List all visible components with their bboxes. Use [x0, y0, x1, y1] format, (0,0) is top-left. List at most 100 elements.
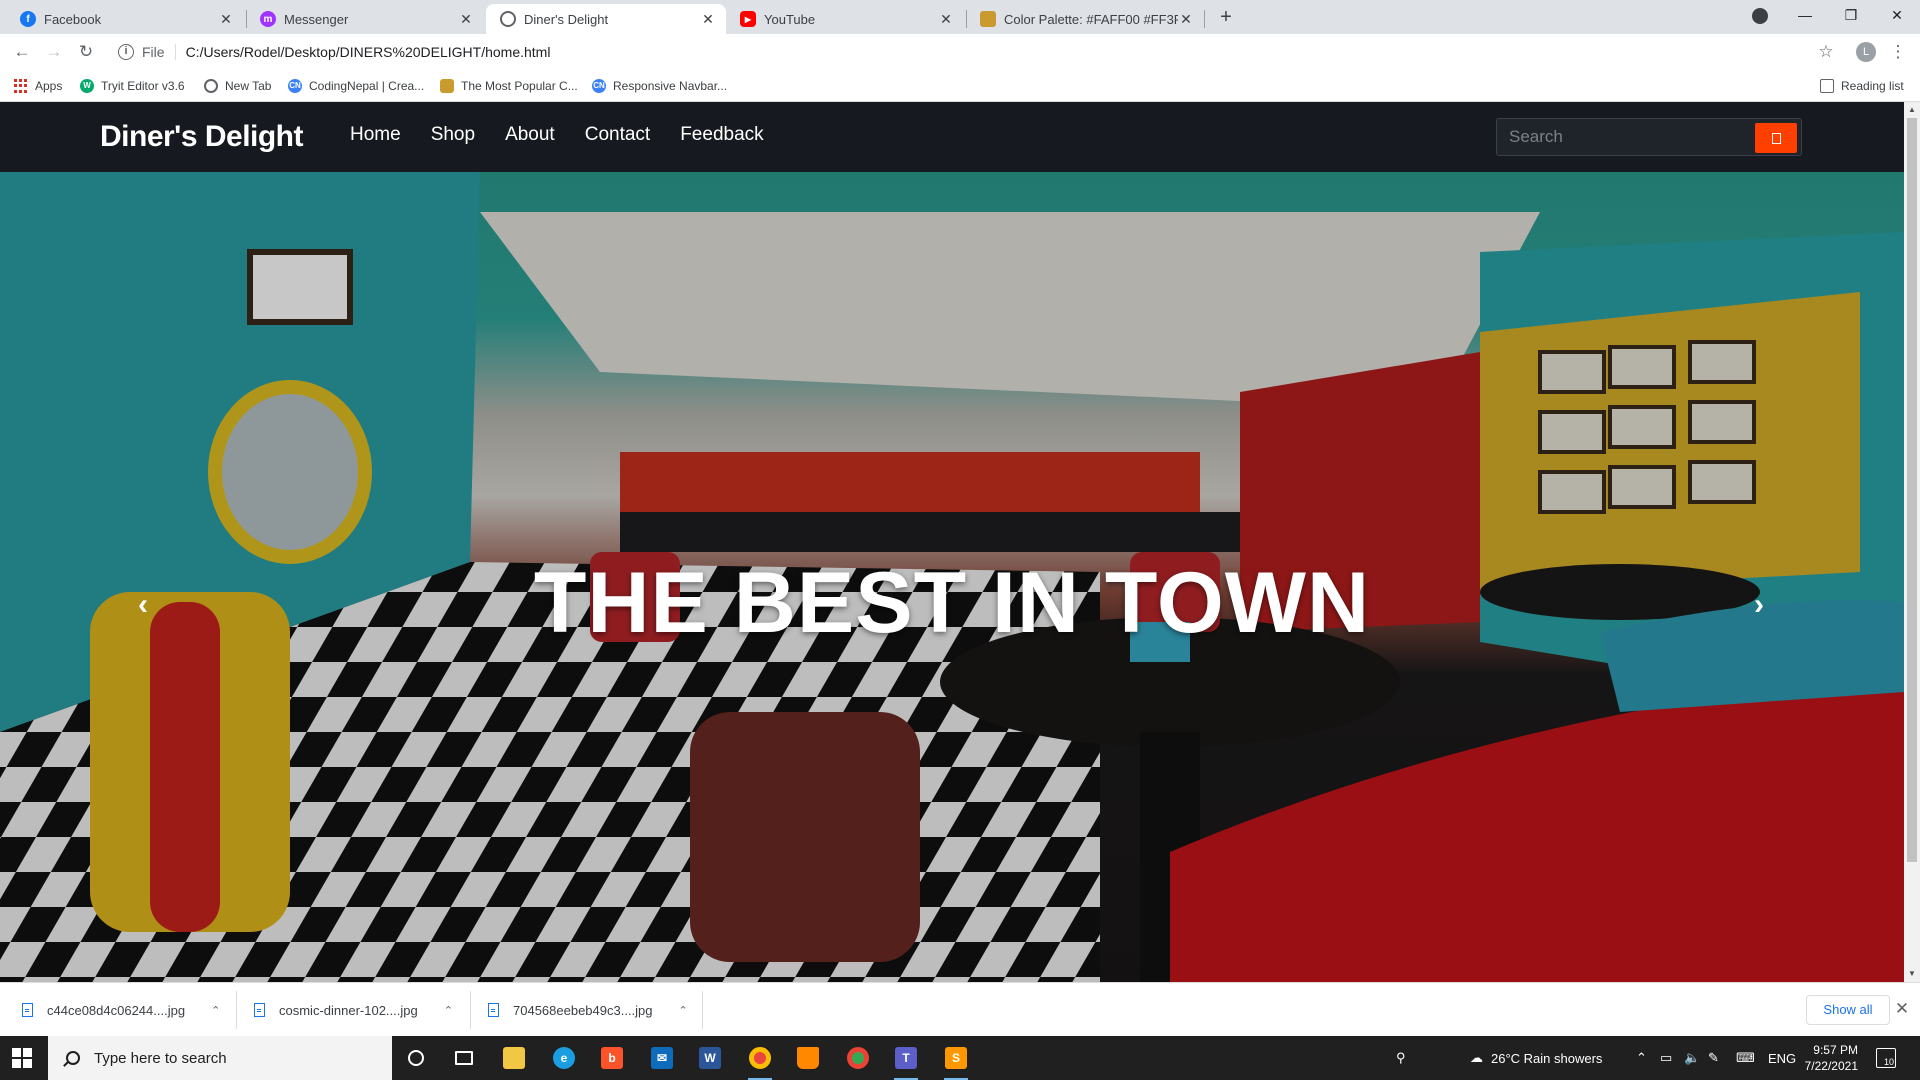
forward-arrow-icon[interactable]: →: [42, 40, 66, 64]
teams-icon[interactable]: T: [890, 1042, 922, 1080]
site-search-button[interactable]: [1755, 123, 1797, 153]
language-indicator[interactable]: ENG: [1768, 1036, 1796, 1080]
people-icon[interactable]: ⚲: [1396, 1036, 1406, 1080]
codingnepal-icon: CN: [288, 79, 302, 93]
tab-color-palette[interactable]: Color Palette: #FAFF00 #FF3F00 # ✕: [966, 4, 1204, 34]
network-icon[interactable]: ▭: [1660, 1036, 1672, 1080]
nav-feedback[interactable]: Feedback: [680, 124, 763, 146]
bookmark-apps[interactable]: Apps: [14, 77, 62, 95]
file-icon: [254, 1003, 265, 1017]
chevron-up-icon[interactable]: ⌃: [1636, 1036, 1647, 1080]
chevron-up-icon[interactable]: ⌃: [679, 1004, 688, 1017]
file-icon: [488, 1003, 499, 1017]
w3schools-icon: W: [80, 79, 94, 93]
minimize-icon[interactable]: —: [1782, 0, 1828, 30]
notification-center-icon[interactable]: 10: [1876, 1048, 1896, 1068]
scroll-up-icon[interactable]: ▲: [1904, 102, 1920, 118]
back-arrow-icon[interactable]: ←: [10, 40, 34, 64]
bookmark-responsive-navbar[interactable]: CN Responsive Navbar...: [592, 77, 727, 95]
info-icon[interactable]: i: [118, 44, 134, 60]
address-scheme: File: [142, 44, 176, 60]
bookmark-star-icon[interactable]: ☆: [1814, 40, 1838, 64]
show-all-downloads-button[interactable]: Show all: [1806, 995, 1890, 1025]
site-search-input[interactable]: [1497, 119, 1757, 155]
hero-carousel: THE BEST IN TOWN ‹ ›: [0, 172, 1904, 982]
word-icon[interactable]: W: [694, 1042, 726, 1074]
reload-icon[interactable]: ↻: [74, 40, 98, 64]
chevron-up-icon[interactable]: ⌃: [211, 1004, 220, 1017]
codingnepal-icon: CN: [592, 79, 606, 93]
profile-avatar[interactable]: L: [1856, 42, 1876, 62]
tab-messenger[interactable]: m Messenger ✕: [246, 4, 484, 34]
file-icon: [22, 1003, 33, 1017]
close-icon[interactable]: ✕: [218, 11, 234, 27]
site-search: [1496, 118, 1802, 156]
weather-widget[interactable]: ☁ 26°C Rain showers: [1470, 1036, 1602, 1080]
vlc-icon[interactable]: [792, 1042, 824, 1074]
chrome-icon[interactable]: [744, 1042, 776, 1080]
carousel-prev-chevron-icon[interactable]: ‹: [128, 590, 158, 620]
scrollbar-thumb[interactable]: [1907, 118, 1917, 862]
edge-icon[interactable]: e: [548, 1042, 580, 1074]
close-icon[interactable]: ✕: [700, 11, 716, 27]
browser-toolbar: ← → ↻ i File C:/Users/Rodel/Desktop/DINE…: [0, 34, 1920, 70]
search-icon: [66, 1051, 80, 1065]
nav-about[interactable]: About: [505, 124, 555, 146]
close-icon[interactable]: ✕: [1178, 11, 1194, 27]
close-window-icon[interactable]: ✕: [1874, 0, 1920, 30]
search-button-glyph-icon: [1771, 132, 1781, 144]
windows-start-icon[interactable]: [12, 1048, 32, 1068]
nav-contact[interactable]: Contact: [585, 124, 650, 146]
nav-shop[interactable]: Shop: [431, 124, 475, 146]
sublime-text-icon[interactable]: S: [940, 1042, 972, 1080]
reading-list[interactable]: Reading list: [1820, 77, 1904, 95]
nav-home[interactable]: Home: [350, 124, 401, 146]
address-bar[interactable]: i File C:/Users/Rodel/Desktop/DINERS%20D…: [108, 37, 1838, 67]
keyboard-icon[interactable]: ⌨: [1736, 1036, 1755, 1080]
bookmark-new-tab[interactable]: New Tab: [204, 77, 271, 95]
download-item[interactable]: 704568eebeb49c3....jpg ⌃: [488, 993, 688, 1027]
download-item[interactable]: cosmic-dinner-102....jpg ⌃: [254, 993, 453, 1027]
brave-icon[interactable]: b: [596, 1042, 628, 1074]
menu-kebab-icon[interactable]: ⋮: [1886, 40, 1910, 64]
site-nav-links: Home Shop About Contact Feedback: [350, 124, 794, 146]
page-scrollbar[interactable]: ▲ ▼: [1904, 102, 1920, 982]
mail-icon[interactable]: ✉: [646, 1042, 678, 1074]
apps-grid-icon: [14, 79, 28, 93]
new-tab-button[interactable]: +: [1214, 6, 1238, 30]
globe-icon: [204, 79, 218, 93]
messenger-icon: m: [260, 11, 276, 27]
download-item[interactable]: c44ce08d4c06244....jpg ⌃: [22, 993, 220, 1027]
tab-facebook[interactable]: f Facebook ✕: [6, 4, 244, 34]
page-viewport: Diner's Delight Home Shop About Contact …: [0, 102, 1904, 982]
taskbar-search-box[interactable]: Type here to search: [48, 1036, 392, 1080]
youtube-icon: ▶: [740, 11, 756, 27]
coolors-icon: [980, 11, 996, 27]
chrome-profile-icon[interactable]: [842, 1042, 874, 1074]
close-icon[interactable]: ✕: [938, 11, 954, 27]
tab-search-icon[interactable]: [1752, 8, 1768, 24]
tab-diners-delight[interactable]: Diner's Delight ✕: [486, 4, 726, 34]
tab-youtube[interactable]: ▶ YouTube ✕: [726, 4, 964, 34]
address-url[interactable]: C:/Users/Rodel/Desktop/DINERS%20DELIGHT/…: [186, 44, 551, 60]
file-explorer-icon[interactable]: [498, 1042, 530, 1074]
task-view-icon[interactable]: [448, 1042, 480, 1074]
bookmark-codingnepal[interactable]: CN CodingNepal | Crea...: [288, 77, 424, 95]
site-brand[interactable]: Diner's Delight: [100, 120, 304, 154]
carousel-next-chevron-icon[interactable]: ›: [1744, 590, 1774, 620]
reading-list-icon: [1820, 79, 1834, 93]
bookmark-tryit-editor[interactable]: W Tryit Editor v3.6: [80, 77, 185, 95]
coolors-icon: [440, 79, 454, 93]
clock[interactable]: 9:57 PM 7/22/2021: [1798, 1042, 1858, 1074]
close-icon[interactable]: ✕: [458, 11, 474, 27]
bookmarks-bar: Apps W Tryit Editor v3.6 New Tab CN Codi…: [0, 70, 1920, 102]
cortana-icon[interactable]: [400, 1042, 432, 1074]
facebook-icon: f: [20, 11, 36, 27]
bookmark-most-popular[interactable]: The Most Popular C...: [440, 77, 578, 95]
restore-icon[interactable]: ❐: [1828, 0, 1874, 30]
pen-icon[interactable]: ✎: [1708, 1036, 1719, 1080]
volume-icon[interactable]: 🔈: [1684, 1036, 1700, 1080]
close-download-shelf-icon[interactable]: ✕: [1892, 997, 1912, 1021]
scroll-down-icon[interactable]: ▼: [1904, 966, 1920, 982]
chevron-up-icon[interactable]: ⌃: [444, 1004, 453, 1017]
